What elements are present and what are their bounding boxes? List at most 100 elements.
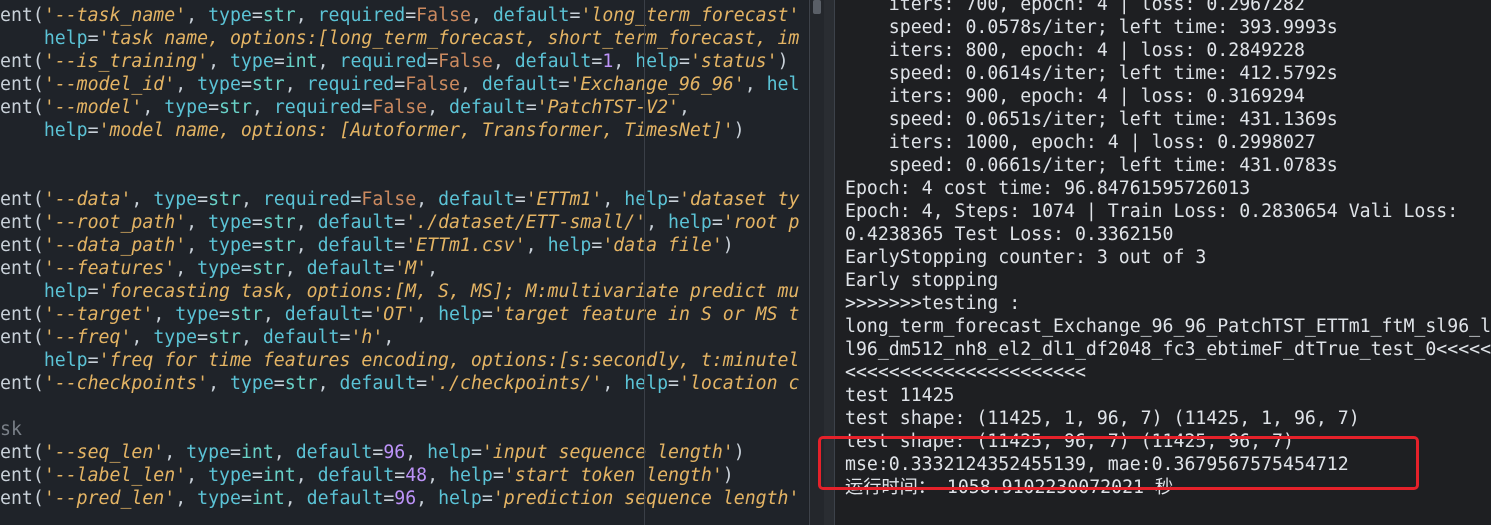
code-token: , bbox=[525, 235, 548, 256]
code-token: 'target feature in S or MS t bbox=[492, 304, 800, 325]
scrollbar-thumb[interactable] bbox=[813, 0, 821, 14]
code-token: , bbox=[164, 442, 187, 463]
code-token: ent( bbox=[0, 258, 44, 279]
code-line: ent('--target', type=str, default='OT', … bbox=[0, 303, 799, 326]
code-token: = bbox=[229, 442, 241, 463]
code-token: , bbox=[492, 51, 515, 72]
code-token: str bbox=[262, 212, 296, 233]
code-token: default bbox=[295, 442, 373, 463]
code-token: , bbox=[251, 97, 274, 118]
code-token: , bbox=[284, 74, 307, 95]
code-token: 'model name, options: [Autoformer, Trans… bbox=[98, 120, 734, 141]
code-token: default bbox=[317, 235, 395, 256]
code-token: ) bbox=[722, 235, 734, 256]
code-token: int bbox=[251, 488, 285, 509]
code-token: = bbox=[240, 258, 252, 279]
code-token: False bbox=[405, 74, 460, 95]
code-token: = bbox=[251, 465, 263, 486]
code-editor[interactable]: ent('--task_name', type=str, required=Fa… bbox=[0, 0, 808, 525]
code-token: required bbox=[273, 97, 362, 118]
code-token: False bbox=[438, 51, 493, 72]
code-token: type bbox=[197, 488, 241, 509]
code-token: 'freq for time features encoding, option… bbox=[98, 350, 800, 371]
code-token: = bbox=[711, 212, 723, 233]
code-token: ) bbox=[733, 120, 745, 141]
code-token: help bbox=[43, 350, 88, 371]
code-token: = bbox=[251, 5, 263, 26]
code-token: , bbox=[744, 74, 767, 95]
code-token: ent( bbox=[0, 51, 44, 72]
code-token: = bbox=[197, 189, 209, 210]
code-token: = bbox=[87, 350, 99, 371]
code-token: default bbox=[438, 189, 515, 210]
code-token: ) bbox=[777, 51, 789, 72]
code-token: = bbox=[525, 97, 537, 118]
code-token: ent( bbox=[0, 327, 44, 348]
code-line: ent('--data_path', type=str, default='ET… bbox=[0, 234, 734, 257]
code-token: str bbox=[208, 327, 241, 348]
code-token: str bbox=[219, 97, 252, 118]
code-token: '--pred_len' bbox=[43, 488, 176, 509]
code-token: required bbox=[339, 51, 428, 72]
code-token: type bbox=[208, 212, 252, 233]
code-token: = bbox=[87, 28, 99, 49]
code-token: ent( bbox=[0, 235, 44, 256]
code-token: int bbox=[284, 51, 318, 72]
code-token: , bbox=[416, 488, 439, 509]
highlight-annotation-box bbox=[818, 436, 1419, 490]
code-token: help bbox=[668, 212, 712, 233]
terminal-line: Early stopping bbox=[845, 270, 999, 291]
code-token: = bbox=[591, 235, 603, 256]
code-token: 'data file' bbox=[602, 235, 723, 256]
code-token: default bbox=[514, 51, 592, 72]
code-token: ent( bbox=[0, 5, 44, 26]
code-token: ent( bbox=[0, 442, 44, 463]
code-line: ent('--is_training', type=int, required=… bbox=[0, 50, 789, 73]
code-token: = bbox=[350, 189, 362, 210]
code-token: = bbox=[492, 465, 504, 486]
code-token: , bbox=[416, 189, 439, 210]
code-token: , bbox=[262, 304, 285, 325]
terminal-line: speed: 0.0651s/iter; left time: 431.1369… bbox=[845, 109, 1338, 130]
code-token: , bbox=[186, 235, 209, 256]
code-token: ent( bbox=[0, 189, 44, 210]
code-line: help='freq for time features encoding, o… bbox=[0, 349, 800, 372]
code-token: , bbox=[208, 51, 230, 72]
code-token: help bbox=[438, 488, 482, 509]
code-token: help bbox=[438, 304, 482, 325]
terminal-line: iters: 1000, epoch: 4 | loss: 0.2998027 bbox=[845, 132, 1316, 153]
code-line: ent('--model', type=str, required=False,… bbox=[0, 96, 690, 119]
code-line: ent('--freq', type=str, default='h', bbox=[0, 326, 394, 349]
code-token: default bbox=[262, 327, 340, 348]
code-token: 1 bbox=[602, 51, 614, 72]
code-token: = bbox=[240, 74, 252, 95]
code-token: , bbox=[186, 212, 209, 233]
code-token: , bbox=[295, 5, 318, 26]
code-token: = bbox=[219, 304, 230, 325]
terminal-line: long_term_forecast_Exchange_96_96_PatchT… bbox=[845, 316, 1491, 337]
code-token: help bbox=[624, 189, 669, 210]
code-line: ent('--seq_len', type=int, default=96, h… bbox=[0, 441, 745, 464]
code-token: help bbox=[427, 442, 471, 463]
code-token: 'M' bbox=[394, 258, 428, 279]
code-token: , bbox=[131, 189, 154, 210]
code-token: ) bbox=[733, 442, 745, 463]
code-token: str bbox=[262, 235, 296, 256]
code-token: int bbox=[262, 465, 296, 486]
code-token: = bbox=[569, 5, 581, 26]
code-token: , bbox=[153, 304, 176, 325]
code-token: = bbox=[361, 97, 373, 118]
code-token: , bbox=[427, 258, 439, 279]
code-line: ent('--data', type=str, required=False, … bbox=[0, 188, 799, 211]
code-token: default bbox=[492, 5, 570, 26]
code-token: help bbox=[547, 235, 592, 256]
code-token: = bbox=[558, 74, 570, 95]
code-token: , bbox=[459, 74, 482, 95]
code-line: help='forecasting task, options:[M, S, M… bbox=[0, 280, 800, 303]
code-token: , bbox=[175, 74, 198, 95]
code-token: hel bbox=[766, 74, 800, 95]
terminal-line: speed: 0.0578s/iter; left time: 393.9993… bbox=[845, 17, 1338, 38]
code-token: './dataset/ETT-small/' bbox=[405, 212, 647, 233]
code-token: str bbox=[284, 373, 318, 394]
